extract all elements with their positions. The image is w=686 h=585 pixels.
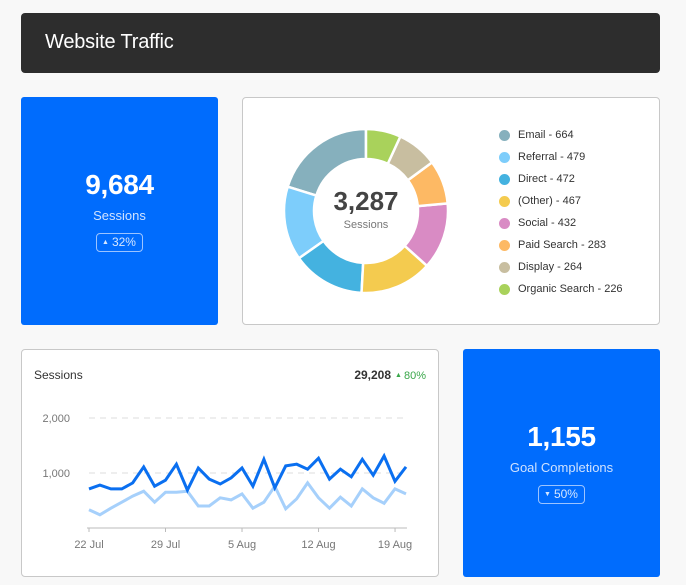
- legend-item: Direct - 472: [499, 168, 623, 190]
- legend-item: Social - 432: [499, 212, 623, 234]
- legend-label: Referral - 479: [518, 151, 586, 163]
- legend-item: Organic Search - 226: [499, 278, 623, 300]
- legend-item: Paid Search - 283: [499, 234, 623, 256]
- y-tick-label: 1,000: [42, 468, 70, 480]
- sessions-change-badge: ▲ 32%: [96, 233, 143, 252]
- legend-swatch-icon: [499, 217, 510, 229]
- x-tick-label: 5 Aug: [228, 539, 256, 551]
- series-line-previous: [88, 480, 407, 517]
- legend-label: Organic Search - 226: [518, 283, 623, 295]
- legend-label: Paid Search - 283: [518, 239, 607, 251]
- sessions-trend-panel: Sessions 29,208 ▲ 80% 1,000 2,000 22 Jul 29 J…: [21, 349, 439, 577]
- legend-swatch-icon: [499, 239, 510, 251]
- sessions-value: 9,684: [85, 169, 154, 200]
- arrow-down-icon: ▼: [544, 491, 551, 498]
- line-chart: 1,000 2,000 22 Jul 29 Jul 5 Aug 12 Aug 19 Aug: [42, 413, 412, 551]
- legend-item: Referral - 479: [499, 146, 623, 168]
- legend-label: Direct - 472: [518, 173, 575, 185]
- legend-item: (Other) - 467: [499, 190, 623, 212]
- legend-label: (Other) - 467: [518, 195, 581, 207]
- legend-swatch-icon: [499, 261, 510, 273]
- legend-swatch-icon: [499, 195, 510, 207]
- sessions-kpi-card: 9,684 Sessions ▲ 32%: [21, 97, 218, 325]
- donut-total: 3,287: [333, 186, 399, 216]
- sessions-change-value: 32%: [111, 235, 136, 249]
- donut-center: 3,287 Sessions: [283, 128, 449, 294]
- legend-label: Display - 264: [518, 261, 583, 273]
- x-tick-label: 22 Jul: [74, 539, 103, 551]
- legend-swatch-icon: [499, 151, 510, 163]
- goal-completions-value: 1,155: [527, 421, 596, 452]
- y-tick-label: 2,000: [42, 413, 70, 425]
- page-title: Website Traffic: [45, 31, 174, 53]
- header-bar: Website Traffic: [21, 13, 660, 73]
- goal-completions-label: Goal Completions: [509, 460, 614, 475]
- legend-swatch-icon: [499, 129, 510, 141]
- legend-item: Display - 264: [499, 256, 623, 278]
- goal-completions-change-badge: ▼ 50%: [538, 485, 585, 504]
- legend-item: Email - 664: [499, 124, 623, 146]
- donut-center-label: Sessions: [343, 219, 389, 231]
- legend-label: Email - 664: [518, 129, 574, 141]
- legend-label: Social - 432: [518, 217, 577, 229]
- donut-legend: Email - 664 Referral - 479 Direct - 472 (Ot…: [499, 124, 623, 300]
- x-tick-label: 12 Aug: [301, 539, 335, 551]
- arrow-up-icon: ▲: [102, 239, 109, 246]
- goal-completions-change-value: 50%: [553, 487, 578, 501]
- legend-swatch-icon: [499, 283, 510, 295]
- sessions-label: Sessions: [93, 208, 146, 223]
- x-tick-label: 19 Aug: [378, 539, 412, 551]
- goal-completions-kpi-card: 1,155 Goal Completions ▼ 50%: [463, 349, 660, 577]
- legend-swatch-icon: [499, 173, 510, 185]
- traffic-sources-panel: 3,287 Sessions Email - 664 Referral - 479…: [242, 97, 660, 325]
- x-tick-label: 29 Jul: [151, 539, 180, 551]
